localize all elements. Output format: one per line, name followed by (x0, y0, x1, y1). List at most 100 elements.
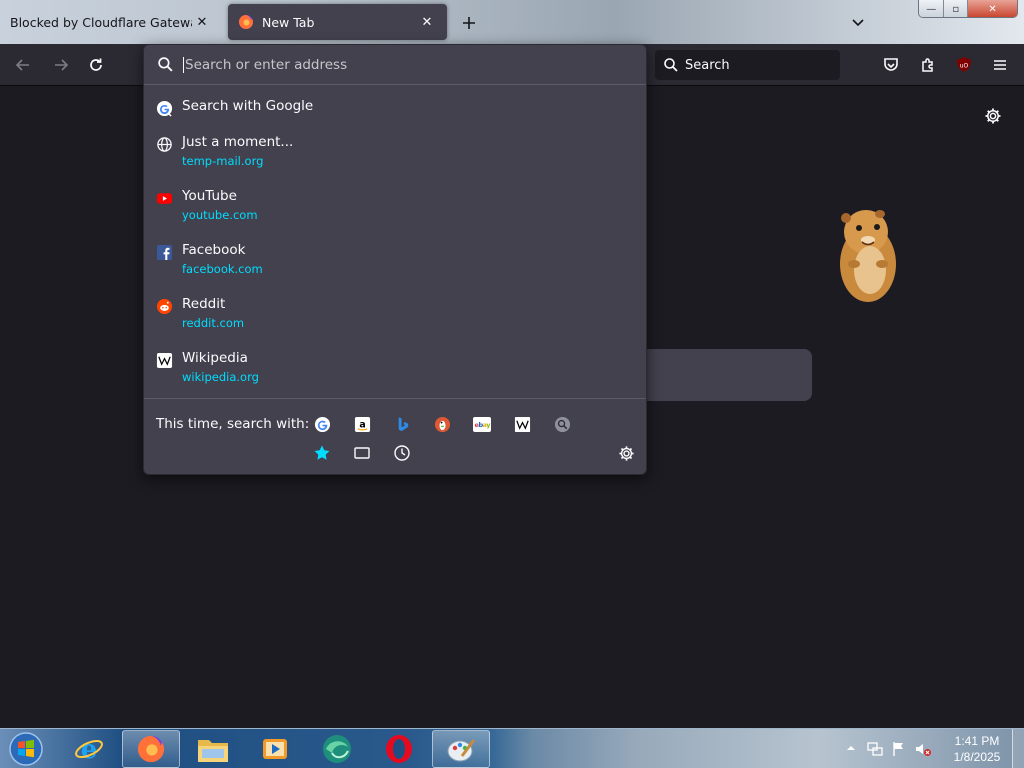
address-input[interactable] (185, 56, 625, 73)
result-title: YouTube (182, 188, 237, 204)
history-icon (394, 445, 410, 461)
taskbar-media-player[interactable] (246, 730, 304, 768)
facebook-icon (156, 244, 173, 261)
search-icon (664, 58, 678, 72)
search-settings-button[interactable] (614, 441, 638, 465)
minimize-button[interactable]: — (919, 0, 945, 17)
result-wikipedia[interactable]: Wikipedia wikipedia.org (144, 343, 646, 397)
show-hidden-icons-icon[interactable] (846, 743, 856, 753)
engine-amazon-button[interactable]: a (350, 412, 374, 436)
engine-bing-button[interactable] (390, 412, 414, 436)
tab-title: Blocked by Cloudflare Gateway (10, 14, 192, 30)
svg-text:a: a (359, 419, 365, 430)
firefox-icon (239, 15, 253, 29)
page-search-box[interactable] (640, 349, 812, 401)
taskbar-file-explorer[interactable] (184, 730, 242, 768)
maximize-button[interactable]: ▫ (944, 0, 969, 17)
opera-icon (386, 735, 412, 763)
tab-blocked-cloudflare[interactable]: Blocked by Cloudflare Gateway ✕ (0, 4, 222, 40)
reddit-icon (156, 298, 173, 315)
taskbar-browser[interactable] (308, 730, 366, 768)
tab-close-button[interactable]: ✕ (192, 12, 212, 32)
result-title: Facebook (182, 242, 246, 258)
engine-wikipedia-button[interactable] (510, 412, 534, 436)
engine-duckduckgo-button[interactable] (430, 412, 454, 436)
result-title: Just a moment... (182, 134, 294, 150)
wikipedia-icon (156, 352, 173, 369)
page-settings-button[interactable] (981, 104, 1005, 128)
svg-text:y: y (486, 421, 491, 429)
search-bar-placeholder: Search (685, 57, 730, 73)
result-search-with-google[interactable]: Search with Google (144, 91, 646, 127)
app-menu-button[interactable] (987, 52, 1013, 78)
address-bar-results: Search with Google Just a moment... temp… (144, 91, 646, 397)
windows-taskbar: e 1:41 PM 1/8/2025 (0, 728, 1024, 768)
windows-logo-icon (9, 732, 43, 766)
result-url: temp-mail.org (182, 154, 264, 168)
result-url: facebook.com (182, 262, 263, 276)
taskbar-paint[interactable] (432, 730, 490, 768)
internet-explorer-icon: e (75, 735, 103, 765)
paint-icon (447, 739, 476, 762)
search-bookmarks-button[interactable] (310, 441, 334, 465)
result-temp-mail[interactable]: Just a moment... temp-mail.org (144, 127, 646, 181)
amazon-icon: a (354, 416, 370, 432)
taskbar-opera[interactable] (370, 730, 428, 768)
back-arrow-icon (15, 59, 29, 71)
action-center-flag-icon[interactable] (890, 740, 908, 758)
new-tab-button[interactable] (456, 10, 482, 36)
result-facebook[interactable]: Facebook facebook.com (144, 235, 646, 289)
one-off-label: This time, search with: (156, 416, 310, 432)
result-url: reddit.com (182, 316, 245, 330)
forward-button[interactable] (48, 52, 74, 78)
close-window-button[interactable]: ✕ (968, 0, 1017, 17)
youtube-icon (156, 193, 173, 204)
list-all-tabs-button[interactable] (846, 10, 870, 34)
text-cursor (183, 56, 184, 73)
search-engine-icon (554, 416, 570, 432)
pocket-button[interactable] (878, 52, 904, 78)
globe-icon (157, 137, 172, 152)
search-history-button[interactable] (390, 441, 414, 465)
tabs-icon (354, 447, 370, 459)
search-tabs-button[interactable] (350, 441, 374, 465)
back-button[interactable] (10, 52, 36, 78)
one-off-search-buttons: This time, search with: a e b a y (144, 398, 646, 474)
result-title: Reddit (182, 296, 226, 312)
engine-google-button[interactable] (310, 412, 334, 436)
address-bar[interactable] (144, 45, 646, 85)
show-desktop-button[interactable] (1012, 729, 1024, 768)
taskbar-internet-explorer[interactable]: e (60, 730, 118, 768)
reload-button[interactable] (83, 52, 109, 78)
taskbar-firefox[interactable] (122, 730, 180, 768)
bookmarks-icon (314, 445, 330, 460)
clock-date: 1/8/2025 (953, 750, 1001, 764)
result-youtube[interactable]: YouTube youtube.com (144, 181, 646, 235)
search-bar[interactable]: Search (655, 50, 840, 80)
network-icon[interactable] (866, 740, 884, 758)
media-player-icon (263, 739, 287, 759)
ublock-origin-button[interactable]: uO (951, 52, 977, 78)
tab-close-button[interactable]: ✕ (417, 12, 437, 32)
result-reddit[interactable]: Reddit reddit.com (144, 289, 646, 343)
plus-icon (463, 17, 475, 29)
svg-text:uO: uO (960, 63, 969, 70)
tab-new-tab[interactable]: New Tab ✕ (228, 4, 447, 40)
engine-custom-search-button[interactable] (550, 412, 574, 436)
engine-ebay-button[interactable]: e b a y (470, 412, 494, 436)
result-title: Wikipedia (182, 350, 248, 366)
taskbar-clock[interactable]: 1:41 PM 1/8/2025 (942, 733, 1012, 765)
start-button[interactable] (4, 730, 48, 768)
wikipedia-icon (514, 416, 530, 432)
forward-arrow-icon (55, 59, 69, 71)
hamburger-menu-icon (994, 60, 1006, 70)
result-url: wikipedia.org (182, 370, 259, 384)
volume-muted-icon[interactable] (914, 740, 932, 758)
bing-icon (398, 416, 408, 431)
gear-icon (985, 108, 1001, 124)
search-icon (158, 57, 173, 72)
chevron-down-icon (852, 19, 864, 27)
pocket-icon (884, 58, 898, 71)
extensions-button[interactable] (915, 52, 941, 78)
reload-icon (90, 58, 102, 71)
